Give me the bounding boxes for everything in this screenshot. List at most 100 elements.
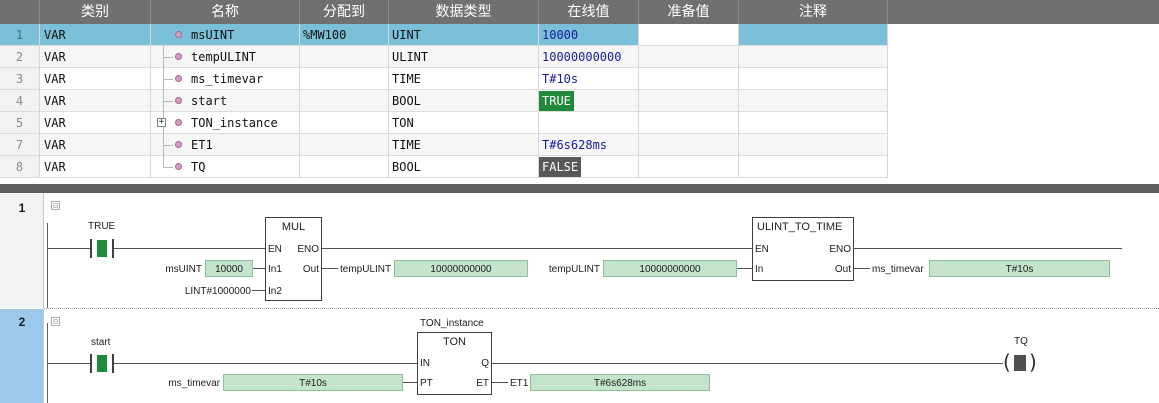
row-prepared-value[interactable] [639,46,739,68]
mul-in1-value[interactable]: 10000 [205,260,253,277]
row-prepared-value[interactable] [639,112,739,134]
ton-pt-var[interactable]: ms_timevar [150,378,220,389]
pin-q: Q [481,358,489,369]
row-assigned[interactable]: %MW100 [300,24,389,46]
table-row[interactable]: 8 VAR TQ BOOL FALSE [0,156,888,178]
header-name[interactable]: 名称 [151,0,300,24]
row-category[interactable]: VAR [40,24,151,46]
contact-label[interactable]: start [91,337,110,348]
pin-eno: ENO [829,244,851,255]
row-comment[interactable] [739,46,888,68]
row-comment[interactable] [739,68,888,90]
table-row[interactable]: 2 VAR tempULINT ULINT 10000000000 [0,46,888,68]
row-category[interactable]: VAR [40,68,151,90]
ulint-to-time-block[interactable]: ULINT_TO_TIME EN ENO In Out [752,217,854,281]
conv-out-var[interactable]: ms_timevar [872,264,924,275]
mul-out-var[interactable]: tempULINT [340,264,391,275]
row-prepared-value[interactable] [639,24,739,46]
row-comment[interactable] [739,156,888,178]
row-name-cell[interactable]: TQ [151,156,300,178]
row-assigned[interactable] [300,156,389,178]
conv-in-var[interactable]: tempULINT [540,264,600,275]
table-row[interactable]: 7 VAR ET1 TIME T#6s628ms [0,134,888,156]
header-assigned[interactable]: 分配到 [300,0,389,24]
variable-icon [175,75,182,82]
row-type[interactable]: UINT [389,24,539,46]
header-prepared-value[interactable]: 准备值 [639,0,739,24]
rung-collapse-icon[interactable]: ⊟ [51,317,60,326]
row-type[interactable]: ULINT [389,46,539,68]
row-number: 3 [0,68,40,90]
row-assigned[interactable] [300,90,389,112]
mul-block[interactable]: MUL EN ENO In1 Out In2 [265,217,322,301]
row-category[interactable]: VAR [40,134,151,156]
wire [403,382,417,383]
row-name: ms_timevar [191,72,264,86]
row-type[interactable]: TIME [389,68,539,90]
row-name: start [191,94,228,108]
mul-in2-const[interactable]: LINT#1000000 [160,286,251,297]
row-prepared-value[interactable] [639,156,739,178]
row-prepared-value[interactable] [639,68,739,90]
block-title: MUL [281,221,306,233]
header-online-value[interactable]: 在线值 [539,0,639,24]
row-name-cell[interactable]: msUINT [151,24,300,46]
table-row[interactable]: 3 VAR ms_timevar TIME T#10s [0,68,888,90]
variable-table: 类别 名称 分配到 数据类型 在线值 准备值 注释 1 VAR msUINT %… [0,0,1159,184]
row-number: 4 [0,90,40,112]
row-name-cell[interactable]: ET1 [151,134,300,156]
coil-label[interactable]: TQ [1014,336,1028,347]
row-name-cell[interactable]: start [151,90,300,112]
row-type[interactable]: BOOL [389,156,539,178]
row-category[interactable]: VAR [40,156,151,178]
conv-in-value[interactable]: 10000000000 [603,260,737,277]
variable-icon [175,97,182,104]
ton-et-value[interactable]: T#6s628ms [530,374,710,391]
row-category[interactable]: VAR [40,46,151,68]
row-assigned[interactable] [300,134,389,156]
row-type[interactable]: TIME [389,134,539,156]
header-data-type[interactable]: 数据类型 [389,0,539,24]
rung-separator [44,308,1159,309]
wire [47,363,90,364]
row-type[interactable]: BOOL [389,90,539,112]
contact-icon[interactable] [90,354,114,373]
ladder-editor: 1 ⊟ TRUE MUL EN ENO In1 Out In2 msUINT 1… [0,193,1159,403]
header-comment[interactable]: 注释 [739,0,888,24]
table-row[interactable]: 5 VAR + TON_instance TON [0,112,888,134]
row-comment[interactable] [739,134,888,156]
table-row[interactable]: 1 VAR msUINT %MW100 UINT 10000 [0,24,888,46]
row-assigned[interactable] [300,46,389,68]
row-name-cell[interactable]: ms_timevar [151,68,300,90]
row-category[interactable]: VAR [40,90,151,112]
contact-icon[interactable] [90,239,114,258]
contact-label: TRUE [88,221,116,232]
splitter-bar[interactable] [0,184,1159,193]
ton-et-var[interactable]: ET1 [510,378,528,389]
rung-gutter-1[interactable]: 1 [0,193,44,308]
row-category[interactable]: VAR [40,112,151,134]
row-number: 8 [0,156,40,178]
conv-out-value[interactable]: T#10s [929,260,1110,277]
row-assigned[interactable] [300,112,389,134]
row-prepared-value[interactable] [639,134,739,156]
ton-block[interactable]: TON IN Q PT ET [417,332,492,395]
row-name-cell[interactable]: tempULINT [151,46,300,68]
coil-icon[interactable]: ( ) [1003,351,1037,373]
row-type[interactable]: TON [389,112,539,134]
row-name-cell[interactable]: + TON_instance [151,112,300,134]
row-assigned[interactable] [300,68,389,90]
mul-in1-var[interactable]: msUINT [150,264,202,275]
row-comment[interactable] [739,90,888,112]
rung-gutter-2[interactable]: 2 [0,309,44,403]
ton-pt-value[interactable]: T#10s [223,374,403,391]
row-comment[interactable] [739,112,888,134]
table-row[interactable]: 4 VAR start BOOL TRUE [0,90,888,112]
mul-out-value[interactable]: 10000000000 [394,260,528,277]
row-prepared-value[interactable] [639,90,739,112]
rung-collapse-icon[interactable]: ⊟ [51,201,60,210]
tree-expander-plus-icon[interactable]: + [157,118,166,127]
row-comment[interactable] [739,24,888,46]
header-category[interactable]: 类别 [40,0,151,24]
ton-instance-label[interactable]: TON_instance [420,318,484,329]
